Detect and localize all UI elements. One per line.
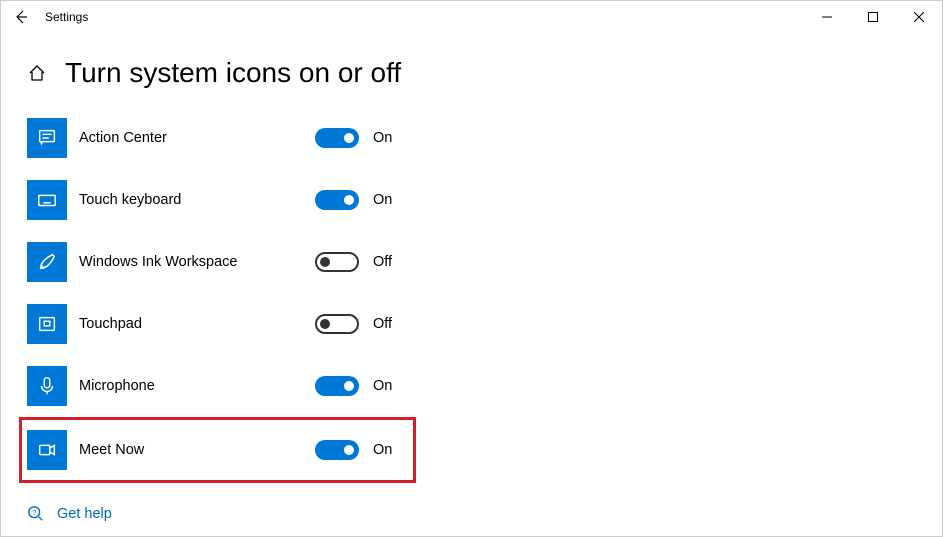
- microphone-icon: [27, 366, 67, 406]
- close-icon: [914, 12, 924, 22]
- touchpad-icon: [27, 304, 67, 344]
- setting-label: Touchpad: [67, 316, 315, 332]
- titlebar: Settings: [1, 1, 942, 33]
- minimize-icon: [822, 12, 832, 22]
- toggle-meet-now[interactable]: [315, 440, 359, 460]
- setting-label: Microphone: [67, 378, 315, 394]
- setting-label: Action Center: [67, 130, 315, 146]
- toggle-state-label: On: [373, 378, 392, 394]
- toggle-state-label: Off: [373, 254, 392, 270]
- setting-row-microphone: Microphone On: [27, 355, 916, 417]
- toggle-wrap: On: [315, 440, 392, 460]
- icon-list: Action Center On Touch keyboard On Windows I…: [27, 107, 916, 483]
- setting-label: Touch keyboard: [67, 192, 315, 208]
- toggle-state-label: On: [373, 192, 392, 208]
- svg-text:?: ?: [32, 508, 36, 517]
- toggle-wrap: On: [315, 190, 392, 210]
- setting-label: Meet Now: [67, 442, 315, 458]
- toggle-state-label: Off: [373, 316, 392, 332]
- back-arrow-icon: [13, 9, 29, 25]
- page-header: Turn system icons on or off: [27, 57, 916, 89]
- toggle-state-label: On: [373, 442, 392, 458]
- setting-row-ink-workspace: Windows Ink Workspace Off: [27, 231, 916, 293]
- toggle-state-label: On: [373, 130, 392, 146]
- content: Turn system icons on or off Action Cente…: [1, 33, 942, 523]
- toggle-wrap: Off: [315, 252, 392, 272]
- toggle-wrap: Off: [315, 314, 392, 334]
- maximize-button[interactable]: [850, 1, 896, 33]
- setting-row-action-center: Action Center On: [27, 107, 916, 169]
- help-section: ? Get help: [27, 505, 916, 523]
- help-icon: ?: [27, 505, 45, 523]
- toggle-touch-keyboard[interactable]: [315, 190, 359, 210]
- ink-workspace-icon: [27, 242, 67, 282]
- close-button[interactable]: [896, 1, 942, 33]
- help-link[interactable]: Get help: [57, 506, 112, 522]
- setting-label: Windows Ink Workspace: [67, 254, 315, 270]
- page-title: Turn system icons on or off: [65, 57, 401, 89]
- toggle-microphone[interactable]: [315, 376, 359, 396]
- window-title: Settings: [41, 10, 88, 24]
- toggle-wrap: On: [315, 128, 392, 148]
- toggle-wrap: On: [315, 376, 392, 396]
- back-button[interactable]: [1, 1, 41, 33]
- touch-keyboard-icon: [27, 180, 67, 220]
- toggle-ink-workspace[interactable]: [315, 252, 359, 272]
- setting-row-touch-keyboard: Touch keyboard On: [27, 169, 916, 231]
- meet-now-icon: [27, 430, 67, 470]
- action-center-icon: [27, 118, 67, 158]
- setting-row-meet-now: Meet Now On: [19, 417, 416, 483]
- toggle-action-center[interactable]: [315, 128, 359, 148]
- maximize-icon: [868, 12, 878, 22]
- toggle-touchpad[interactable]: [315, 314, 359, 334]
- setting-row-touchpad: Touchpad Off: [27, 293, 916, 355]
- home-icon[interactable]: [27, 63, 47, 83]
- minimize-button[interactable]: [804, 1, 850, 33]
